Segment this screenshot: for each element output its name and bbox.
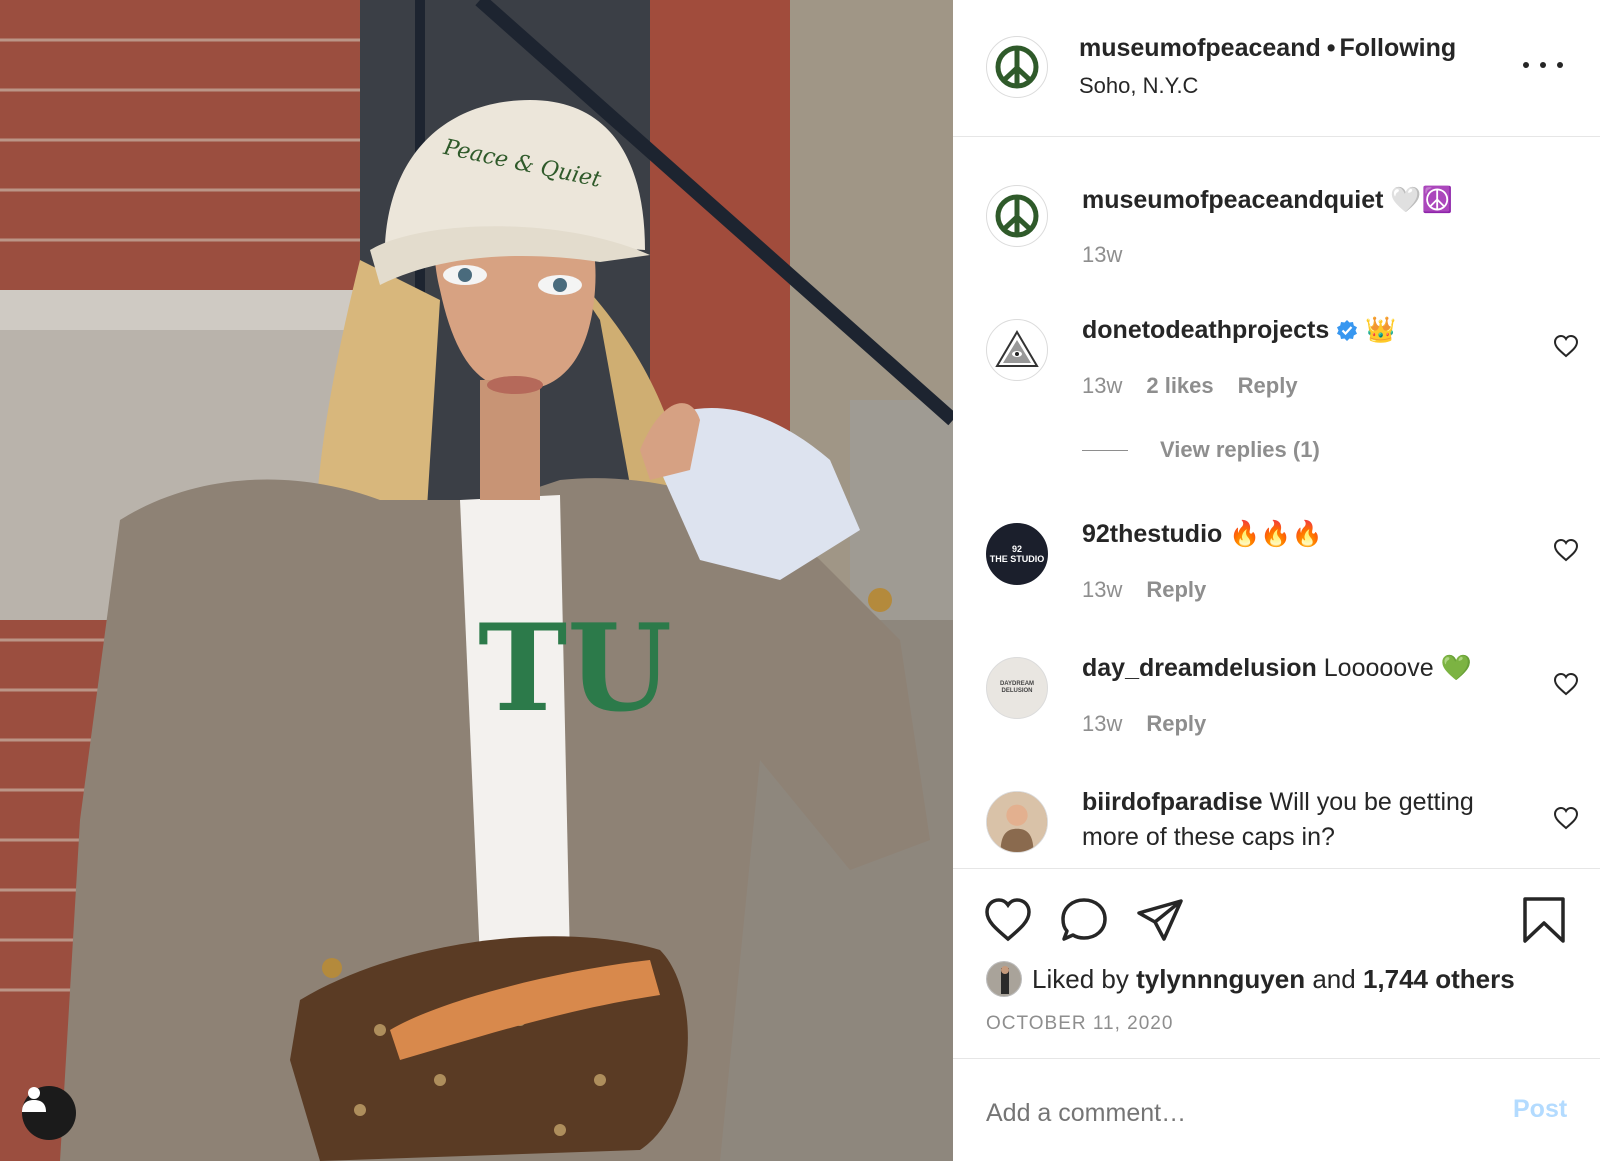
like-heart-icon[interactable] bbox=[983, 895, 1033, 945]
commenter-avatar[interactable] bbox=[986, 185, 1048, 247]
post-photo[interactable]: TU Peace & Quiet bbox=[0, 0, 953, 1161]
comment-text-block: biirdofparadise Will you be getting more… bbox=[1082, 785, 1527, 855]
comment-text: 👑 bbox=[1365, 316, 1397, 344]
avatar-studio-logo-text: 92 THE STUDIO bbox=[989, 544, 1045, 564]
like-comment-heart-icon[interactable] bbox=[1553, 334, 1579, 358]
author-username[interactable]: museumofpeaceand⁠ bbox=[1079, 34, 1321, 63]
post-location[interactable]: Soho, N.Y.C bbox=[1079, 73, 1198, 99]
post-comment-button[interactable]: Post bbox=[1513, 1095, 1567, 1124]
comment-text-block: day_dreamdelusion Looooove 💚 bbox=[1082, 651, 1527, 686]
person-icon bbox=[22, 1087, 46, 1112]
comment-likes[interactable]: 2 likes bbox=[1146, 373, 1213, 399]
liked-by-prefix: Liked by bbox=[1032, 963, 1129, 994]
following-button[interactable]: Following bbox=[1340, 34, 1457, 62]
likes-count[interactable]: 1,744 others bbox=[1363, 964, 1515, 995]
liked-by-user[interactable]: tylynnnguyen bbox=[1136, 964, 1305, 995]
reply-button[interactable]: Reply bbox=[1146, 711, 1206, 737]
comment-time[interactable]: 13w bbox=[1082, 373, 1122, 399]
commenter-avatar[interactable] bbox=[986, 319, 1048, 381]
comment-username[interactable]: 92thestudio bbox=[1082, 520, 1222, 548]
save-bookmark-icon[interactable] bbox=[1519, 895, 1569, 945]
pyramid-logo-icon bbox=[995, 330, 1039, 367]
liked-by-and: and bbox=[1312, 963, 1356, 994]
post-date[interactable]: OCTOBER 11, 2020 bbox=[986, 1013, 1173, 1035]
commenter-avatar[interactable] bbox=[986, 791, 1048, 853]
post-header: museumofpeaceand⁠• Following Soho, N.Y.C bbox=[953, 0, 1600, 137]
more-dot-icon bbox=[1557, 62, 1563, 68]
comment-text-block: donetodeathprojects 👑 bbox=[1082, 313, 1527, 348]
more-options-button[interactable] bbox=[1523, 50, 1563, 80]
peace-sign-icon bbox=[995, 45, 1039, 89]
commenter-avatar[interactable]: DAYDREAM DELUSION bbox=[986, 657, 1048, 719]
view-replies-button[interactable]: View replies (1) bbox=[1082, 437, 1320, 463]
comment-time[interactable]: 13w bbox=[1082, 577, 1122, 603]
post-actions: Liked by tylynnnguyen and 1,744 others O… bbox=[953, 868, 1600, 1058]
more-dot-icon bbox=[1523, 62, 1529, 68]
comment-text: Looooove 💚 bbox=[1323, 654, 1472, 682]
liker-avatar[interactable] bbox=[986, 961, 1022, 997]
avatar-brand-text: DAYDREAM DELUSION bbox=[999, 681, 1035, 694]
like-comment-heart-icon[interactable] bbox=[1553, 538, 1579, 562]
liker-photo-icon bbox=[987, 962, 1021, 996]
comment-meta: 13w bbox=[1082, 242, 1122, 268]
comment-time[interactable]: 13w bbox=[1082, 242, 1122, 268]
comment-username[interactable]: day_dreamdelusion bbox=[1082, 654, 1317, 682]
tagged-users-button[interactable] bbox=[22, 1086, 76, 1140]
separator-dot: • bbox=[1326, 34, 1336, 62]
author-avatar[interactable] bbox=[986, 36, 1048, 98]
add-comment-bar: Post bbox=[953, 1058, 1600, 1161]
comment-meta: 13w Reply bbox=[1082, 711, 1206, 737]
comment-time[interactable]: 13w bbox=[1082, 711, 1122, 737]
share-send-icon[interactable] bbox=[1135, 895, 1185, 945]
comment-text-block: museumofpeaceandquiet 🤍☮️ bbox=[1082, 183, 1527, 218]
comments-list[interactable]: museumofpeaceandquiet 🤍☮️ 13w donetodeat… bbox=[953, 137, 1600, 868]
comment-username[interactable]: museumofpeaceandquiet bbox=[1082, 186, 1383, 214]
reply-button[interactable]: Reply bbox=[1238, 373, 1298, 399]
comment-text: 🤍☮️ bbox=[1390, 186, 1453, 214]
more-dot-icon bbox=[1540, 62, 1546, 68]
like-comment-heart-icon[interactable] bbox=[1553, 672, 1579, 696]
comment-username[interactable]: donetodeathprojects bbox=[1082, 316, 1329, 344]
like-comment-heart-icon[interactable] bbox=[1553, 806, 1579, 830]
comment-text-block: 92thestudio 🔥🔥🔥 bbox=[1082, 517, 1527, 552]
profile-photo-icon bbox=[987, 792, 1047, 852]
replies-divider-line bbox=[1082, 449, 1128, 451]
commenter-avatar[interactable]: 92 THE STUDIO bbox=[986, 523, 1048, 585]
comment-username[interactable]: biirdofparadise bbox=[1082, 788, 1263, 816]
shirt-letters: TU bbox=[478, 598, 672, 739]
post-side-panel: museumofpeaceand⁠• Following Soho, N.Y.C … bbox=[953, 0, 1600, 1161]
header-username-row: museumofpeaceand⁠• Following bbox=[1079, 34, 1456, 63]
reply-button[interactable]: Reply bbox=[1146, 577, 1206, 603]
photo-illustration: TU Peace & Quiet bbox=[0, 0, 953, 1161]
view-replies-label: View replies (1) bbox=[1160, 437, 1320, 462]
comment-meta: 13w 2 likes Reply bbox=[1082, 373, 1298, 399]
comment-bubble-icon[interactable] bbox=[1059, 895, 1109, 945]
comment-text: 🔥🔥🔥 bbox=[1229, 520, 1323, 548]
verified-badge-icon bbox=[1337, 320, 1358, 341]
peace-sign-icon bbox=[995, 194, 1039, 238]
add-comment-input[interactable] bbox=[986, 1095, 1466, 1131]
comment-meta: 13w Reply bbox=[1082, 577, 1206, 603]
likes-summary[interactable]: Liked by tylynnnguyen and 1,744 others bbox=[986, 961, 1515, 997]
